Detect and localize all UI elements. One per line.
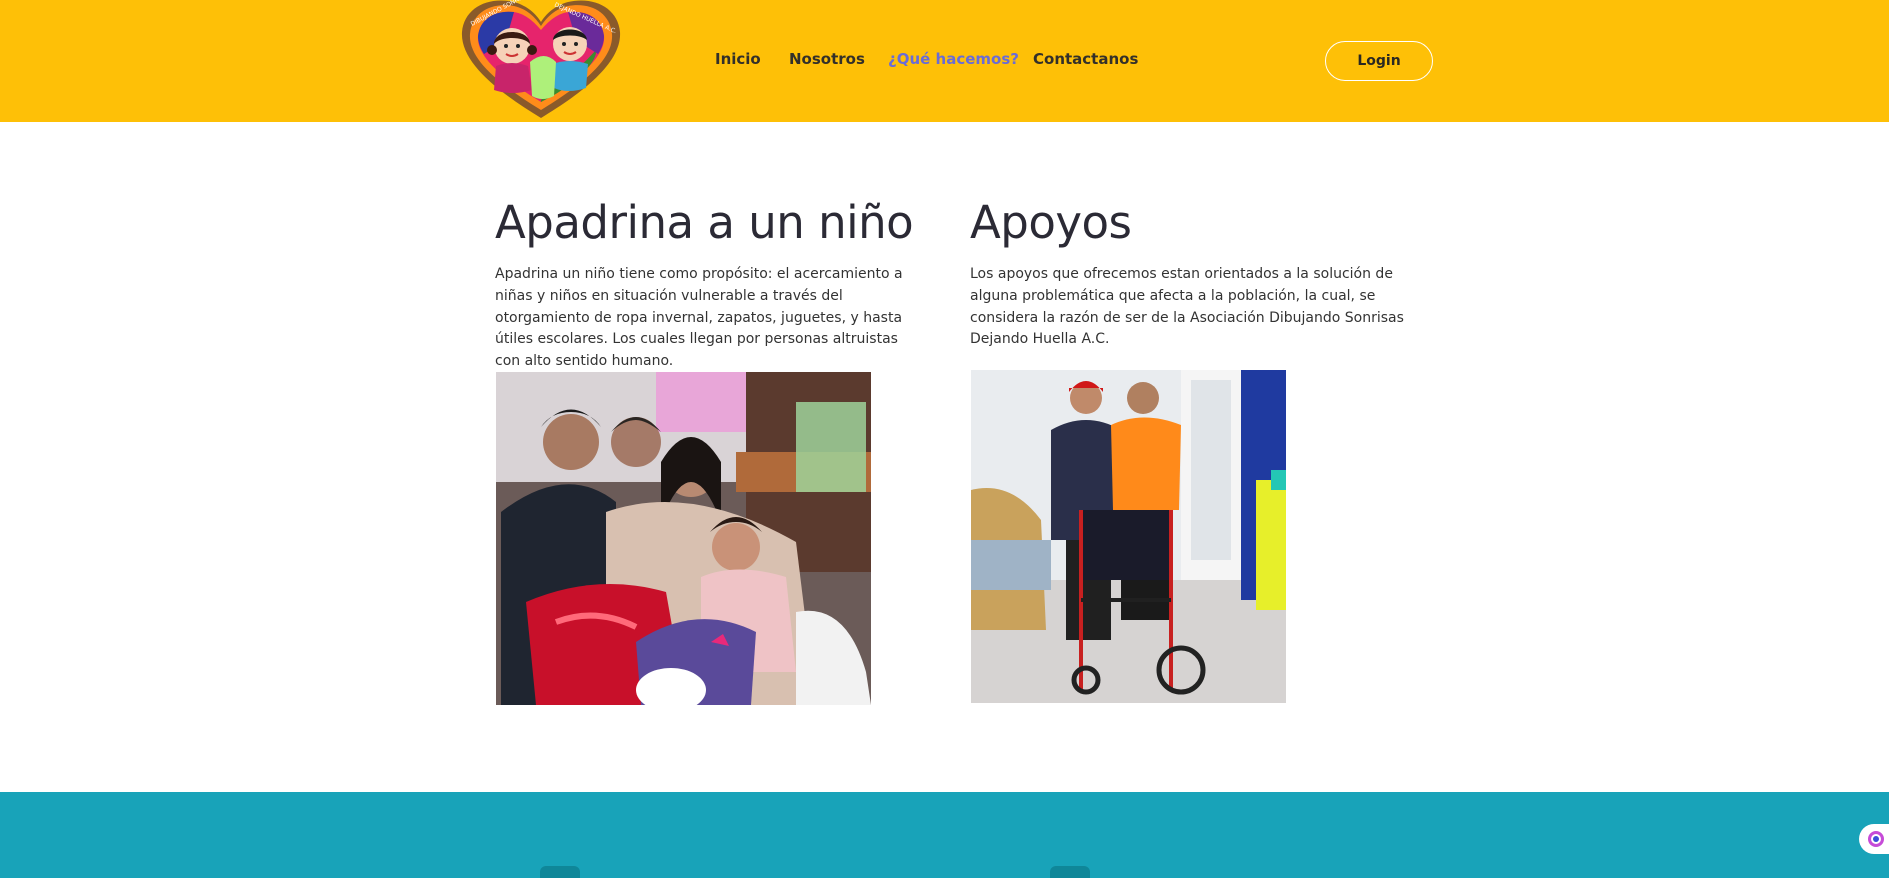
login-button[interactable]: Login bbox=[1325, 41, 1433, 81]
section-title-apoyos: Apoyos bbox=[970, 196, 1132, 249]
section-text-apoyos: Los apoyos que ofrecemos estan orientado… bbox=[970, 266, 1404, 348]
family-photo bbox=[496, 372, 871, 705]
nav-inicio[interactable]: Inicio bbox=[715, 49, 761, 69]
site-header: DIBUJANDO SONRISAS DEJANDO HUELLA A.C. I… bbox=[0, 0, 1889, 122]
nav-que-hacemos[interactable]: ¿Qué hacemos? bbox=[888, 49, 1019, 69]
footer-heading-fragment bbox=[540, 866, 580, 878]
nav-nosotros[interactable]: Nosotros bbox=[789, 49, 865, 69]
footer-heading-fragment bbox=[1050, 866, 1090, 878]
section-text-apadrina: Apadrina un niño tiene como propósito: e… bbox=[495, 266, 903, 370]
wheelchair-photo bbox=[971, 370, 1286, 703]
section-title-apadrina: Apadrina a un niño bbox=[495, 196, 914, 249]
logo[interactable]: DIBUJANDO SONRISAS DEJANDO HUELLA A.C. bbox=[458, 0, 624, 122]
nav-contactanos[interactable]: Contactanos bbox=[1033, 49, 1138, 69]
accessibility-icon[interactable] bbox=[1859, 824, 1889, 854]
footer-band bbox=[0, 792, 1889, 878]
